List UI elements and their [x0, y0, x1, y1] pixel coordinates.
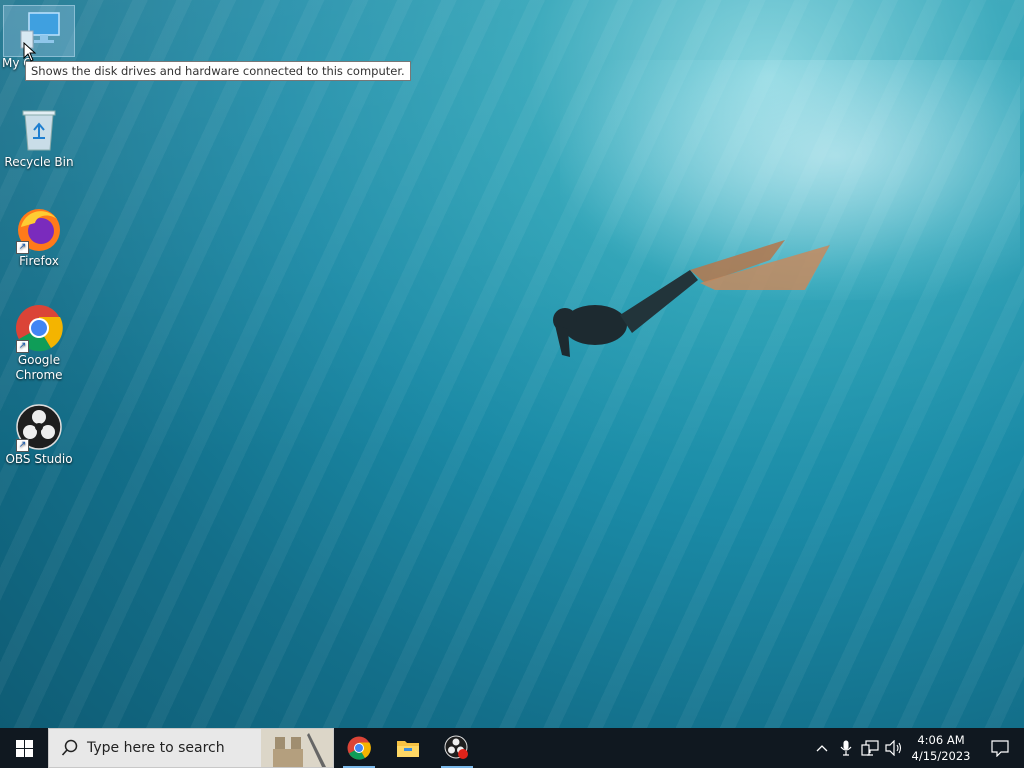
firefox-icon: ↗: [4, 204, 74, 254]
volume-icon: [885, 740, 902, 756]
volume-button[interactable]: [882, 728, 906, 768]
desktop-icon-obs-studio[interactable]: ↗ OBS Studio: [4, 402, 74, 467]
clock-date: 4/15/2023: [911, 749, 971, 763]
chrome-icon: [347, 736, 371, 760]
search-placeholder: Type here to search: [87, 740, 225, 756]
computer-icon: [3, 5, 75, 57]
system-tray: 4:06 AM 4/15/2023: [810, 728, 1024, 768]
start-button[interactable]: [0, 728, 48, 768]
taskbar-file-explorer-button[interactable]: [384, 728, 432, 768]
desktop-icon-label: Firefox: [19, 254, 59, 268]
chevron-up-icon: [816, 745, 828, 752]
microphone-icon: [840, 740, 852, 756]
desktop-icon-google-chrome[interactable]: ↗ Google Chrome: [4, 303, 74, 383]
recycle-bin-icon: [4, 105, 74, 155]
clock-time: 4:06 AM: [917, 733, 965, 747]
action-center-button[interactable]: [976, 728, 1024, 768]
network-button[interactable]: [858, 728, 882, 768]
taskbar: Type here to search 4:06 AM 4/15/2023: [0, 728, 1024, 768]
taskbar-chrome-button[interactable]: [335, 728, 383, 768]
show-hidden-icons-button[interactable]: [810, 728, 834, 768]
desktop-icon-label: Recycle Bin: [4, 155, 74, 169]
desktop-icon-firefox[interactable]: ↗ Firefox: [4, 204, 74, 269]
obs-icon: ↗: [4, 402, 74, 452]
windows-icon: [15, 739, 33, 757]
desktop-icon-label: Google Chrome: [15, 353, 63, 382]
chrome-icon: ↗: [4, 303, 74, 353]
wallpaper-diver: [553, 240, 830, 357]
obs-recording-icon: [444, 735, 468, 759]
shortcut-arrow-icon: ↗: [16, 241, 29, 254]
search-icon: [61, 739, 78, 756]
shortcut-arrow-icon: ↗: [16, 340, 29, 353]
tooltip: Shows the disk drives and hardware conne…: [25, 61, 411, 81]
shortcut-arrow-icon: ↗: [16, 439, 29, 452]
folder-icon: [397, 741, 419, 757]
notification-icon: [991, 739, 1009, 757]
search-box[interactable]: Type here to search: [48, 728, 334, 768]
clock[interactable]: 4:06 AM 4/15/2023: [906, 732, 976, 764]
mouse-cursor-icon: [23, 42, 37, 62]
desktop-icon-recycle-bin[interactable]: Recycle Bin: [4, 105, 74, 170]
taskbar-obs-button[interactable]: [433, 728, 481, 768]
desktop-icon-label: OBS Studio: [5, 452, 73, 466]
network-icon: [861, 740, 879, 756]
microphone-button[interactable]: [834, 728, 858, 768]
search-highlight-image: [261, 729, 333, 767]
